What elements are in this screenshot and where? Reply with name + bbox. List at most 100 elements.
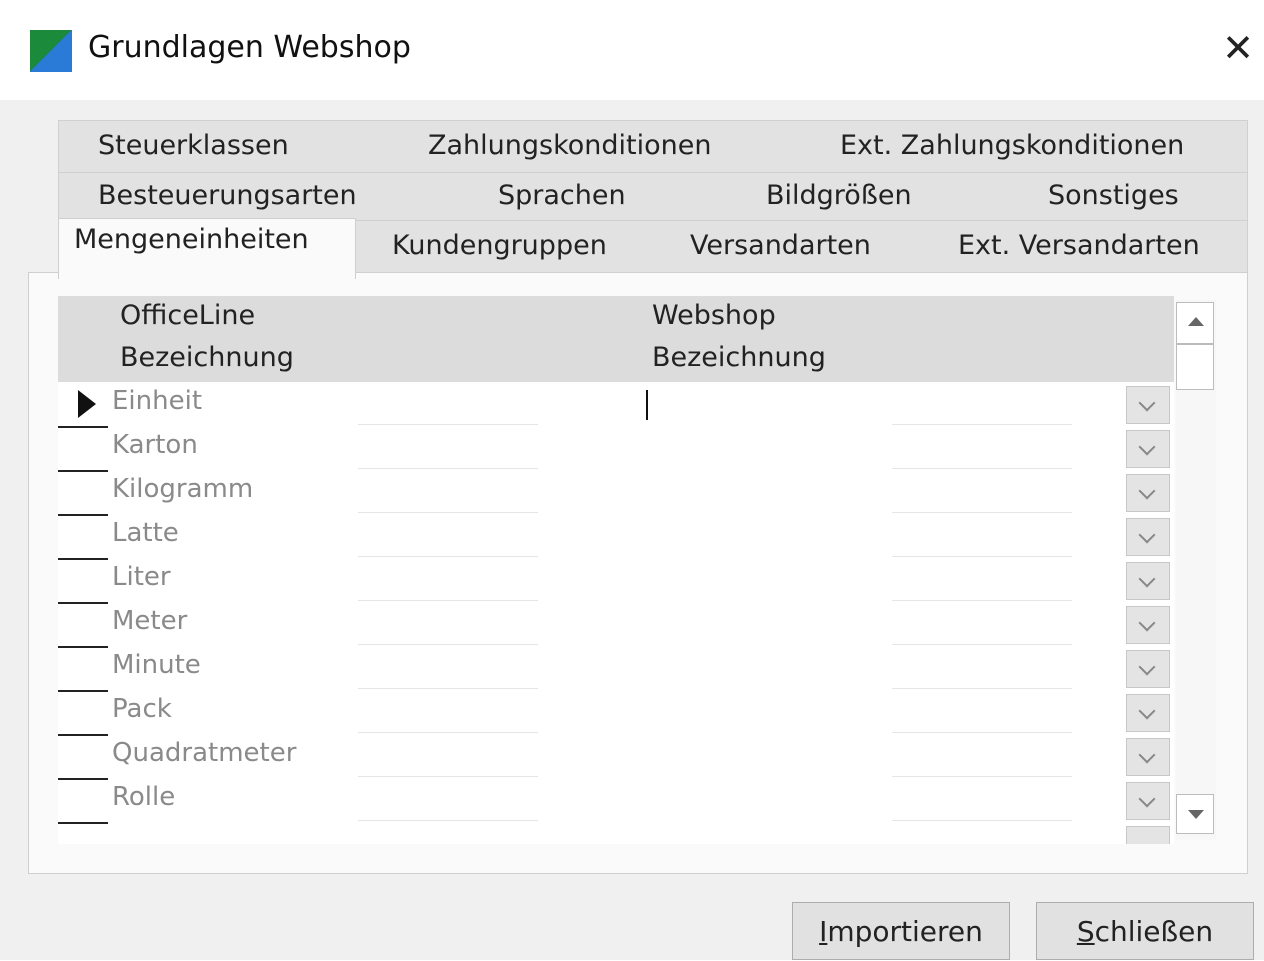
officeline-cell: Meter (112, 606, 188, 636)
tab-versandarten[interactable]: Versandarten (690, 230, 871, 261)
scroll-up-button[interactable] (1176, 302, 1214, 344)
row-selector[interactable] (58, 602, 108, 648)
row-selector[interactable] (58, 690, 108, 736)
scroll-down-button[interactable] (1176, 794, 1214, 834)
row-selector[interactable] (58, 514, 108, 560)
close-button[interactable]: Schließen (1036, 902, 1254, 960)
webshop-dropdown-button[interactable] (1126, 826, 1170, 844)
title-bar: Grundlagen Webshop ✕ (0, 0, 1264, 100)
row-divider (892, 776, 1072, 777)
officeline-cell: Latte (112, 518, 179, 548)
tab-besteuerungsarten[interactable]: Besteuerungsarten (98, 180, 357, 211)
window-title: Grundlagen Webshop (88, 30, 411, 65)
webshop-dropdown-button[interactable] (1126, 694, 1170, 732)
grid-header: OfficeLine Bezeichnung Webshop Bezeichnu… (58, 296, 1174, 382)
current-row-arrow-icon (78, 390, 96, 418)
table-row-partial (58, 822, 1174, 844)
chevron-down-icon (1138, 438, 1156, 456)
import-label: mportieren (827, 915, 983, 948)
officeline-cell: Pack (112, 694, 172, 724)
officeline-cell: Karton (112, 430, 198, 460)
table-row[interactable]: Minute (58, 646, 1174, 692)
webshop-dropdown-button[interactable] (1126, 650, 1170, 688)
row-selector[interactable] (58, 778, 108, 824)
table-row[interactable]: Liter (58, 558, 1174, 604)
tab-mengeneinheiten[interactable]: Mengeneinheiten (74, 224, 309, 255)
table-row[interactable]: Karton (58, 426, 1174, 472)
row-selector[interactable] (58, 382, 108, 428)
arrow-up-icon (1188, 317, 1204, 326)
row-selector[interactable] (58, 734, 108, 780)
chevron-down-icon (1138, 746, 1156, 764)
vertical-scrollbar[interactable] (1176, 300, 1216, 840)
mengeneinheiten-grid: OfficeLine Bezeichnung Webshop Bezeichnu… (58, 296, 1174, 844)
row-selector[interactable] (58, 470, 108, 516)
row-divider (892, 556, 1072, 557)
row-divider (892, 468, 1072, 469)
officeline-cell: Liter (112, 562, 171, 592)
officeline-cell: Kilogramm (112, 474, 254, 504)
chevron-down-icon (1138, 790, 1156, 808)
row-divider (892, 688, 1072, 689)
chevron-down-icon (1138, 394, 1156, 412)
row-selector[interactable] (58, 646, 108, 692)
close-mnemonic: S (1076, 915, 1095, 948)
row-selector[interactable] (58, 822, 108, 844)
row-divider (358, 600, 538, 601)
webshop-dropdown-button[interactable] (1126, 738, 1170, 776)
arrow-down-icon (1188, 810, 1204, 819)
header-officeline[interactable]: OfficeLine (120, 300, 255, 331)
row-divider (358, 556, 538, 557)
chevron-down-icon (1138, 658, 1156, 676)
webshop-dropdown-button[interactable] (1126, 386, 1170, 424)
row-divider (358, 776, 538, 777)
chevron-down-icon (1138, 482, 1156, 500)
webshop-dropdown-button[interactable] (1126, 782, 1170, 820)
webshop-dropdown-button[interactable] (1126, 606, 1170, 644)
row-selector[interactable] (58, 426, 108, 472)
table-row[interactable]: Einheit (58, 382, 1174, 428)
row-divider (892, 600, 1072, 601)
row-divider (358, 468, 538, 469)
tab-ext-versandarten[interactable]: Ext. Versandarten (958, 230, 1200, 261)
webshop-dropdown-button[interactable] (1126, 562, 1170, 600)
chevron-down-icon (1138, 614, 1156, 632)
chevron-down-icon (1138, 526, 1156, 544)
webshop-dropdown-button[interactable] (1126, 430, 1170, 468)
app-grid-icon (30, 30, 72, 72)
table-row[interactable]: Quadratmeter (58, 734, 1174, 780)
officeline-cell: Rolle (112, 782, 176, 812)
row-divider (358, 732, 538, 733)
row-divider (892, 820, 1072, 821)
table-row[interactable]: Kilogramm (58, 470, 1174, 516)
text-caret (646, 390, 648, 420)
tab-bildgroessen[interactable]: Bildgrößen (766, 180, 912, 211)
officeline-cell: Einheit (112, 386, 203, 416)
tab-steuerklassen[interactable]: Steuerklassen (98, 130, 289, 161)
scroll-thumb[interactable] (1176, 344, 1214, 390)
header-officeline-bezeichnung[interactable]: Bezeichnung (120, 342, 294, 373)
close-icon[interactable]: ✕ (1218, 28, 1258, 68)
table-row[interactable]: Rolle (58, 778, 1174, 824)
table-row[interactable]: Pack (58, 690, 1174, 736)
row-divider (892, 644, 1072, 645)
webshop-dropdown-button[interactable] (1126, 518, 1170, 556)
row-divider (358, 820, 538, 821)
tab-sprachen[interactable]: Sprachen (498, 180, 626, 211)
import-button[interactable]: Importieren (792, 902, 1010, 960)
header-webshop-bezeichnung[interactable]: Bezeichnung (652, 342, 826, 373)
row-selector[interactable] (58, 558, 108, 604)
tab-kundengruppen[interactable]: Kundengruppen (392, 230, 607, 261)
chevron-down-icon (1138, 702, 1156, 720)
header-webshop[interactable]: Webshop (652, 300, 776, 331)
table-row[interactable]: Meter (58, 602, 1174, 648)
table-row[interactable]: Latte (58, 514, 1174, 560)
row-divider (358, 688, 538, 689)
close-label: chließen (1094, 915, 1214, 948)
tab-sonstiges[interactable]: Sonstiges (1048, 180, 1179, 211)
tab-zahlungskonditionen[interactable]: Zahlungskonditionen (428, 130, 711, 161)
row-divider (358, 512, 538, 513)
officeline-cell: Minute (112, 650, 201, 680)
webshop-dropdown-button[interactable] (1126, 474, 1170, 512)
tab-ext-zahlungskonditionen[interactable]: Ext. Zahlungskonditionen (840, 130, 1184, 161)
